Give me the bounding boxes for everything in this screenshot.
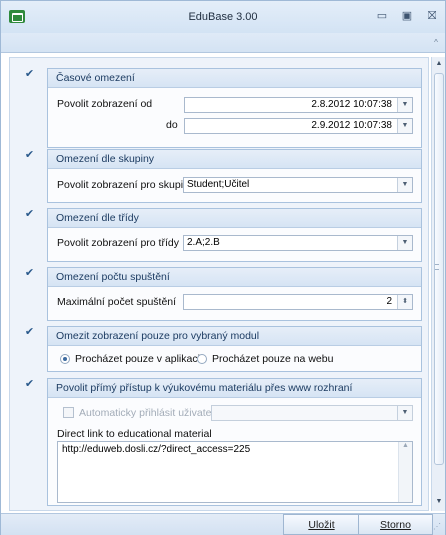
- groups-value: Student;Učitel: [187, 179, 250, 190]
- save-button-label: Uložit: [308, 519, 335, 531]
- radio-app-label[interactable]: Procházet pouze v aplikaci: [75, 353, 200, 365]
- title-bar: EduBase 3.00 ▭ ▣ ⛝: [1, 1, 445, 33]
- chevron-down-icon[interactable]: ▼: [397, 236, 412, 250]
- time-from-label: Povolit zobrazení od: [57, 98, 153, 110]
- max-runs-label: Maximální počet spuštění: [57, 296, 177, 308]
- chevron-down-icon[interactable]: ▼: [397, 178, 412, 192]
- group-limit-checkbox[interactable]: ✔: [23, 149, 36, 162]
- chevron-down-icon[interactable]: ▼: [397, 406, 412, 420]
- memo-scrollbar[interactable]: ▲: [398, 442, 412, 502]
- classes-field[interactable]: 2.A;2.B ▼: [183, 235, 413, 251]
- group-limit-header: Omezení dle skupiny: [48, 150, 421, 169]
- class-limit-checkbox[interactable]: ✔: [23, 208, 36, 221]
- scroll-up-icon[interactable]: ▲: [432, 59, 446, 69]
- time-limit-checkbox[interactable]: ✔: [23, 68, 36, 81]
- close-button[interactable]: ⛝: [421, 7, 443, 25]
- module-limit-checkbox[interactable]: ✔: [23, 326, 36, 339]
- classes-label: Povolit zobrazení pro třídy: [57, 237, 179, 249]
- time-from-value: 2.8.2012 10:07:38: [311, 99, 392, 110]
- auto-login-user-field[interactable]: ▼: [211, 405, 413, 421]
- auto-login-checkbox[interactable]: [63, 407, 74, 418]
- auto-login-label: Automaticky přihlásit uživatele: [79, 407, 220, 419]
- edubase-window: EduBase 3.00 ▭ ▣ ⛝ ^ ✔ Časové omezení Po…: [0, 0, 446, 535]
- restore-button[interactable]: ▣: [396, 7, 418, 25]
- resize-grip-icon[interactable]: ⋰: [433, 522, 443, 532]
- save-button[interactable]: Uložit: [283, 514, 360, 535]
- class-limit-header: Omezení dle třídy: [48, 209, 421, 228]
- run-count-checkbox[interactable]: ✔: [23, 267, 36, 280]
- direct-access-checkbox[interactable]: ✔: [23, 378, 36, 391]
- radio-web-label[interactable]: Procházet pouze na webu: [212, 353, 333, 365]
- minimize-button[interactable]: ▭: [371, 7, 393, 25]
- time-from-field[interactable]: 2.8.2012 10:07:38 ▼: [184, 97, 413, 113]
- direct-link-field[interactable]: http://eduweb.dosli.cz/?direct_access=22…: [57, 441, 413, 503]
- ribbon-strip: [1, 33, 445, 53]
- direct-access-header: Povolit přímý přístup k výukovému materi…: [48, 379, 421, 398]
- max-runs-value: 2: [386, 296, 392, 307]
- groups-label: Povolit zobrazení pro skupiny: [57, 179, 195, 191]
- group-limit-group: Omezení dle skupiny: [47, 149, 422, 203]
- chevron-down-icon[interactable]: ▼: [397, 98, 412, 112]
- time-to-value: 2.9.2012 10:07:38: [311, 120, 392, 131]
- collapse-ribbon-icon[interactable]: ^: [431, 39, 441, 47]
- scroll-down-icon[interactable]: ▼: [432, 497, 446, 507]
- time-to-field[interactable]: 2.9.2012 10:07:38 ▼: [184, 118, 413, 134]
- vertical-scrollbar[interactable]: ▲ ▼: [431, 57, 445, 511]
- time-to-label: do: [166, 119, 178, 131]
- module-limit-group: Omezit zobrazení pouze pro vybraný modul: [47, 326, 422, 372]
- direct-link-label: Direct link to educational material: [57, 428, 212, 440]
- cancel-button-label: Storno: [380, 519, 411, 531]
- time-limit-header: Časové omezení: [48, 69, 421, 88]
- chevron-down-icon[interactable]: ▼: [397, 119, 412, 133]
- radio-web-only[interactable]: [197, 354, 207, 364]
- direct-link-value: http://eduweb.dosli.cz/?direct_access=22…: [62, 444, 251, 455]
- scroll-grip-icon: [435, 264, 439, 270]
- module-limit-header: Omezit zobrazení pouze pro vybraný modul: [48, 327, 421, 346]
- spinner-icon[interactable]: ⬍: [397, 295, 412, 309]
- classes-value: 2.A;2.B: [187, 237, 220, 248]
- cancel-button[interactable]: Storno: [358, 514, 433, 535]
- max-runs-field[interactable]: 2 ⬍: [183, 294, 413, 310]
- run-count-header: Omezení počtu spuštění: [48, 268, 421, 287]
- groups-field[interactable]: Student;Učitel ▼: [183, 177, 413, 193]
- radio-app-only[interactable]: [60, 354, 70, 364]
